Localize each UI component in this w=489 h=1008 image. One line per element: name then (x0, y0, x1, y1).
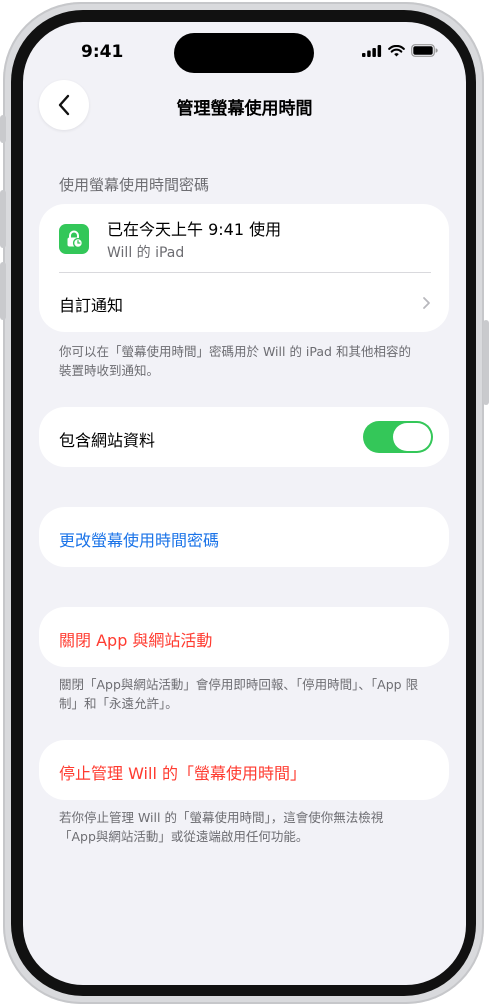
website-data-toggle[interactable] (363, 421, 433, 453)
dynamic-island (174, 33, 314, 73)
passcode-footnote: 你可以在「螢幕使用時間」密碼用於 Will 的 iPad 和其他相容的裝置時收到… (59, 344, 411, 378)
custom-notification-row[interactable]: 自訂通知 (39, 273, 449, 332)
chevron-right-icon (423, 297, 430, 309)
screen: 9:41 管理螢幕使用時間 使用螢幕使用時間密碼 已在今天上午 9:41 使用 … (23, 22, 466, 985)
page-title: 管理螢幕使用時間 (176, 99, 313, 119)
last-used-title: 已在今天上午 9:41 使用 (107, 220, 282, 239)
change-passcode-card: 更改螢幕使用時間密碼 (39, 507, 449, 567)
last-used-device: Will 的 iPad (107, 245, 185, 261)
website-data-card: 包含網站資料 (39, 407, 449, 467)
volume-down-button (0, 262, 6, 320)
lock-clock-icon (59, 224, 89, 254)
toggle-knob (393, 423, 431, 451)
status-icons (362, 44, 438, 57)
battery-icon (411, 44, 438, 57)
stop-manage-footnote: 若你停止管理 Will 的「螢幕使用時間」，這會使你無法檢視「App與網站活動」… (59, 810, 384, 844)
wifi-icon (388, 44, 405, 56)
website-data-label: 包含網站資料 (59, 431, 156, 450)
turn-off-footnote: 關閉「App與網站活動」會停用即時回報、「停用時間」、「App 限制」和「永遠允… (59, 677, 419, 711)
section-header-passcode: 使用螢幕使用時間密碼 (59, 176, 210, 194)
custom-notification-label: 自訂通知 (59, 296, 124, 315)
stop-managing-button[interactable]: 停止管理 Will 的「螢幕使用時間」 (59, 760, 306, 784)
turn-off-activity-button[interactable]: 關閉 App 與網站活動 (59, 627, 212, 651)
action-button (0, 115, 6, 143)
status-time: 9:41 (81, 42, 124, 62)
stop-manage-card: 停止管理 Will 的「螢幕使用時間」 (39, 740, 449, 800)
turn-off-card: 關閉 App 與網站活動 (39, 607, 449, 667)
volume-up-button (0, 190, 6, 248)
change-passcode-button[interactable]: 更改螢幕使用時間密碼 (59, 527, 219, 551)
passcode-card: 已在今天上午 9:41 使用 Will 的 iPad 自訂通知 (39, 204, 449, 332)
signal-icon (362, 44, 382, 57)
side-button (483, 320, 489, 405)
